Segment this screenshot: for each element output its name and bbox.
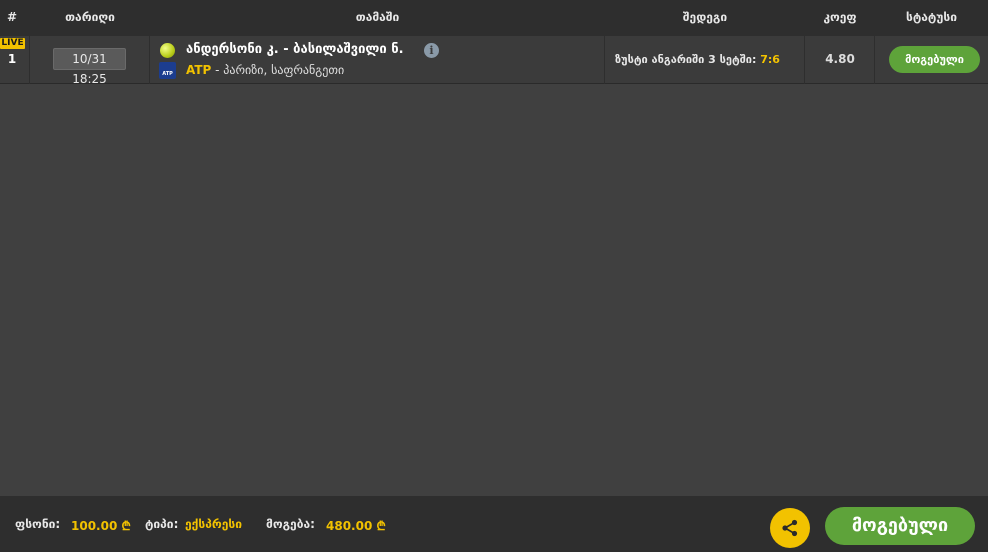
- header-bet: შედეგი: [682, 10, 728, 24]
- type-label: ტიპი:: [145, 517, 179, 531]
- date-box: 10/31 18:25: [53, 48, 126, 86]
- header-odds: კოეფ: [823, 10, 857, 24]
- bet-description: ზუსტი ანგარიში 3 სეტში: 7:6: [615, 53, 780, 66]
- tennis-ball-icon: [160, 43, 175, 58]
- table-row[interactable]: LIVE 1 10/31 18:25 ანდერსონი კ. - ბასილა…: [0, 36, 988, 86]
- info-icon[interactable]: i: [424, 43, 439, 58]
- header-status: სტატუსი: [906, 10, 957, 24]
- row-number: 1: [7, 52, 17, 66]
- odds-value: 4.80: [825, 52, 855, 66]
- bet-label: ზუსტი ანგარიში 3 სეტში:: [615, 53, 761, 66]
- bet-value: 7:6: [760, 53, 780, 66]
- column-divider: [149, 36, 150, 84]
- league-name: ATP: [186, 63, 212, 77]
- header-number: #: [6, 10, 18, 24]
- type-value: ექსპრესი: [185, 517, 242, 531]
- share-button[interactable]: [770, 508, 810, 548]
- match-title[interactable]: ანდერსონი კ. - ბასილაშვილი ნ.: [186, 42, 404, 57]
- share-icon: [782, 519, 798, 537]
- live-badge: LIVE: [0, 38, 25, 49]
- table-header: # თარიღი თამაში შედეგი კოეფ სტატუსი: [0, 0, 988, 36]
- status-won-badge[interactable]: მოგებული: [889, 46, 980, 73]
- league-location: - პარიზი, საფრანგეთი: [211, 63, 345, 77]
- column-divider: [604, 36, 605, 84]
- bet-summary-footer: ფსონი: 100.00 ₾ ტიპი: ექსპრესი მოგება: 4…: [0, 496, 988, 552]
- stake-label: ფსონი:: [15, 517, 61, 531]
- win-value: 480.00 ₾: [326, 519, 386, 533]
- win-label: მოგება:: [266, 517, 315, 531]
- atp-logo-icon: ATP: [159, 62, 176, 79]
- header-match: თამაში: [355, 10, 400, 24]
- stake-value: 100.00 ₾: [71, 519, 131, 533]
- column-divider: [29, 36, 30, 84]
- league-line: ATP - პარიზი, საფრანგეთი: [186, 63, 344, 77]
- result-won-button[interactable]: მოგებული: [825, 507, 975, 545]
- header-date: თარიღი: [65, 10, 115, 24]
